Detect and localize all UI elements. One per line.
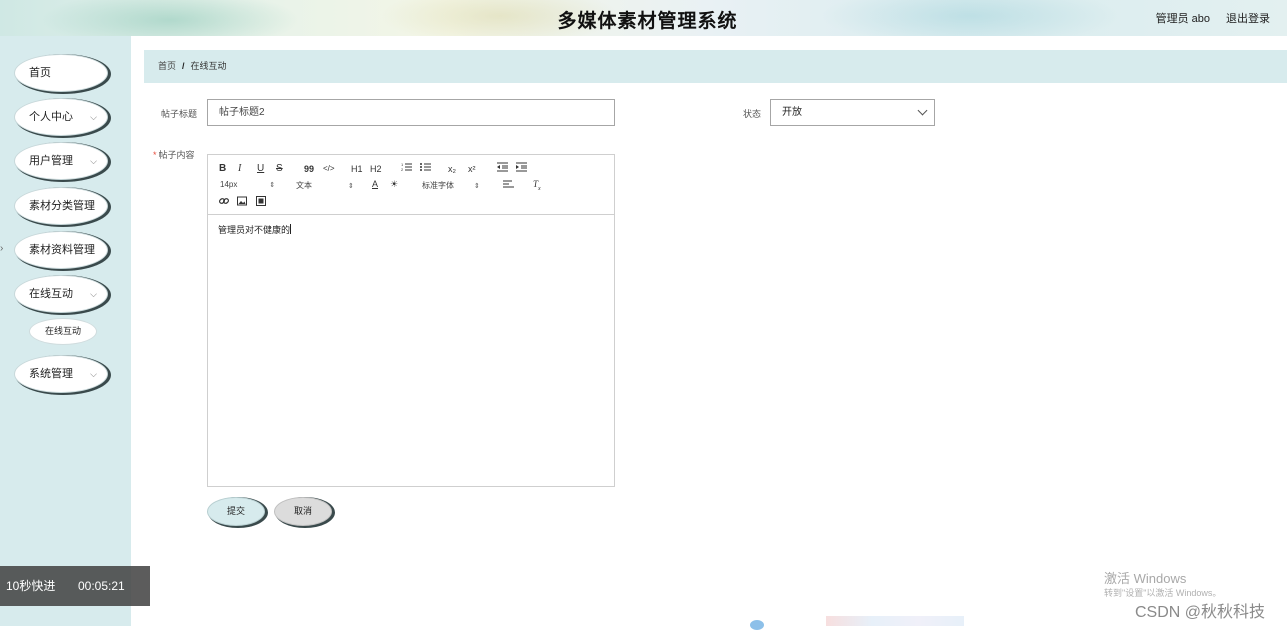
csdn-watermark: CSDN @秋秋科技: [1135, 604, 1266, 621]
app-title: 多媒体素材管理系统: [557, 11, 738, 32]
font-size-value: 14px: [220, 180, 238, 189]
align-icon[interactable]: [503, 179, 514, 193]
updown-icon: ⇕: [474, 183, 480, 190]
ordered-list-icon[interactable]: 12: [401, 162, 412, 176]
code-button[interactable]: </>: [323, 163, 335, 175]
top-header: 多媒体素材管理系统 管理员 abo 退出登录: [0, 0, 1287, 36]
updown-icon: ⇕: [348, 183, 354, 190]
bold-button[interactable]: B: [219, 163, 226, 175]
clear-format-icon[interactable]: Tx: [533, 178, 541, 195]
cancel-button[interactable]: 取消: [274, 497, 332, 526]
chevron-down-icon: ⌵: [90, 369, 97, 379]
chevron-down-icon: ⌵: [90, 156, 97, 166]
image-icon[interactable]: [237, 196, 247, 210]
background-color-icon[interactable]: ☀: [390, 178, 398, 190]
sidebar-item-label: 素材分类管理: [29, 200, 95, 212]
strikethrough-button[interactable]: S: [276, 163, 283, 175]
sidebar-item-material-info[interactable]: 素材资料管理: [14, 231, 108, 269]
chevron-down-icon: [917, 105, 928, 116]
updown-icon: ⇕: [269, 182, 276, 189]
sidebar-item-system-management[interactable]: 系统管理 ⌵: [14, 355, 108, 393]
font-family-select[interactable]: 标准字体 ⇕: [422, 180, 480, 191]
text-type-value: 文本: [296, 181, 312, 190]
sidebar-subitem-online-interaction[interactable]: 在线互动: [29, 318, 97, 345]
current-user: 管理员 abo: [1155, 13, 1210, 25]
sidebar-item-label: 个人中心: [29, 111, 73, 123]
sidebar-item-online-interaction[interactable]: 在线互动 ⌵: [14, 275, 108, 313]
editor-content-text: 管理员对不健康的: [218, 225, 291, 235]
outdent-icon[interactable]: [497, 162, 508, 176]
collapse-handle-icon[interactable]: ›: [0, 243, 3, 254]
editor-content-area[interactable]: 管理员对不健康的: [218, 223, 292, 236]
taskbar-app-icon: [750, 620, 764, 630]
text-type-select[interactable]: 文本 ⇕: [296, 180, 354, 191]
heading2-button[interactable]: H2: [370, 163, 382, 175]
breadcrumb: 首页 / 在线互动: [144, 50, 1287, 83]
post-content-label-text: 帖子内容: [158, 150, 195, 160]
video-icon[interactable]: [256, 196, 266, 210]
logout-link[interactable]: 退出登录: [1226, 10, 1270, 26]
sidebar-item-label: 用户管理: [29, 155, 73, 167]
text-caret: [290, 224, 292, 234]
status-selected-value: 开放: [782, 107, 802, 118]
sidebar-item-personal-center[interactable]: 个人中心 ⌵: [14, 98, 108, 136]
font-family-value: 标准字体: [422, 181, 454, 190]
rich-text-editor: B I U S 99 </> H1 H2 12 x₂ x² 14px ⇕ 文本 ⇕ …: [207, 154, 615, 487]
playback-overlay: 10秒快进 00:05:21: [0, 566, 150, 606]
superscript-button[interactable]: x²: [468, 163, 476, 175]
bullet-list-icon[interactable]: [420, 162, 431, 176]
blockquote-button[interactable]: 99: [304, 163, 314, 175]
sidebar-item-material-category[interactable]: 素材分类管理: [14, 187, 108, 225]
sidebar-item-label: 在线互动: [29, 288, 73, 300]
sidebar-item-user-management[interactable]: 用户管理 ⌵: [14, 142, 108, 180]
post-title-input[interactable]: 帖子标题2: [207, 99, 615, 126]
subscript-button[interactable]: x₂: [448, 163, 456, 175]
status-label: 状态: [743, 109, 762, 119]
sidebar-item-label: 素材资料管理: [29, 244, 95, 256]
underline-button[interactable]: U: [257, 163, 264, 175]
breadcrumb-current: 在线互动: [190, 61, 227, 71]
sidebar-item-home[interactable]: 首页: [14, 54, 108, 92]
fast-forward-label[interactable]: 10秒快进: [6, 579, 55, 593]
chevron-down-icon: ⌵: [90, 112, 97, 122]
link-icon[interactable]: [219, 196, 229, 210]
italic-button[interactable]: I: [238, 163, 241, 175]
heading1-button[interactable]: H1: [351, 163, 363, 175]
editor-toolbar: B I U S 99 </> H1 H2 12 x₂ x² 14px ⇕ 文本 ⇕ …: [208, 155, 614, 215]
font-size-select[interactable]: 14px ⇕: [220, 180, 275, 189]
taskbar-icons-fragment: [826, 616, 964, 626]
playback-time: 00:05:21: [78, 579, 125, 593]
status-select[interactable]: 开放: [770, 99, 935, 126]
sidebar: 首页 个人中心 ⌵ 用户管理 ⌵ 素材分类管理 素材资料管理 在线互动 ⌵ 在线…: [0, 36, 131, 626]
post-content-label: * 帖子内容: [153, 148, 195, 161]
breadcrumb-separator: /: [182, 61, 185, 71]
sidebar-item-label: 首页: [29, 67, 51, 79]
breadcrumb-home[interactable]: 首页: [158, 61, 176, 71]
required-marker: *: [153, 150, 157, 160]
svg-text:2: 2: [401, 167, 404, 172]
post-title-label: 帖子标题: [161, 109, 198, 119]
font-color-icon[interactable]: A: [372, 178, 378, 190]
sidebar-item-label: 系统管理: [29, 368, 73, 380]
windows-activation-watermark: 激活 Windows: [1104, 571, 1187, 586]
chevron-down-icon: ⌵: [90, 289, 97, 299]
submit-button[interactable]: 提交: [207, 497, 265, 526]
indent-icon[interactable]: [516, 162, 527, 176]
